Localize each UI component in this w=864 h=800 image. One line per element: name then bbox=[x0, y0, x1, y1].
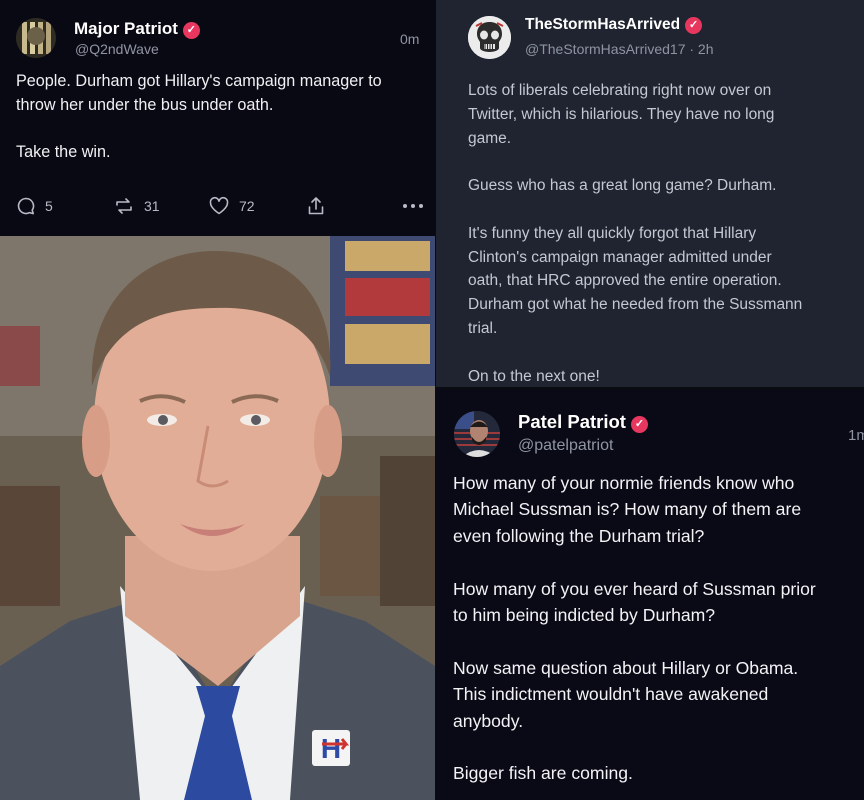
verified-badge-icon: ✓ bbox=[630, 416, 648, 433]
ellipsis-icon bbox=[402, 202, 424, 210]
post-thestormhasarrived: TheStormHasArrived ✓ @TheStormHasArrived1… bbox=[436, 0, 864, 387]
like-count: 72 bbox=[239, 198, 255, 214]
reply-count: 5 bbox=[45, 198, 53, 214]
post-patel-patriot: Patel Patriot ✓ @patelpatriot 1m How many… bbox=[436, 389, 864, 800]
post-time: 0m bbox=[400, 31, 420, 47]
author-handle[interactable]: @Q2ndWave bbox=[75, 41, 159, 57]
repost-button[interactable]: 31 bbox=[113, 195, 160, 217]
repost-count: 31 bbox=[144, 198, 160, 214]
post-time: 1m bbox=[848, 427, 864, 444]
post-image[interactable]: H bbox=[0, 236, 435, 800]
avatar[interactable] bbox=[454, 411, 500, 457]
more-options-button[interactable] bbox=[402, 195, 424, 217]
reply-button[interactable]: 5 bbox=[16, 195, 53, 217]
author-handle-and-time[interactable]: @TheStormHasArrived17 · 2h bbox=[525, 41, 714, 57]
avatar[interactable] bbox=[16, 18, 56, 58]
author-name[interactable]: TheStormHasArrived ✓ bbox=[525, 16, 703, 34]
share-upload-icon bbox=[306, 195, 326, 217]
author-handle[interactable]: @patelpatriot bbox=[518, 437, 613, 455]
like-button[interactable]: 72 bbox=[208, 195, 255, 217]
author-name[interactable]: Patel Patriot ✓ bbox=[518, 411, 648, 433]
post-major-patriot: Major Patriot ✓ @Q2ndWave 0m People. Durh… bbox=[0, 0, 435, 236]
post-body: Lots of liberals celebrating right now o… bbox=[468, 82, 803, 385]
share-button[interactable] bbox=[306, 195, 326, 217]
svg-text:H: H bbox=[321, 733, 341, 764]
post-body: How many of your normie friends know who… bbox=[453, 473, 816, 784]
avatar[interactable] bbox=[468, 16, 511, 59]
author-name[interactable]: Major Patriot ✓ bbox=[74, 19, 200, 39]
verified-badge-icon: ✓ bbox=[182, 22, 200, 39]
reply-bubble-icon bbox=[16, 196, 36, 216]
verified-badge-icon: ✓ bbox=[685, 17, 703, 34]
heart-icon bbox=[208, 196, 230, 216]
post-body: People. Durham got Hillary's campaign ma… bbox=[16, 72, 382, 161]
repost-arrows-icon bbox=[113, 196, 135, 216]
